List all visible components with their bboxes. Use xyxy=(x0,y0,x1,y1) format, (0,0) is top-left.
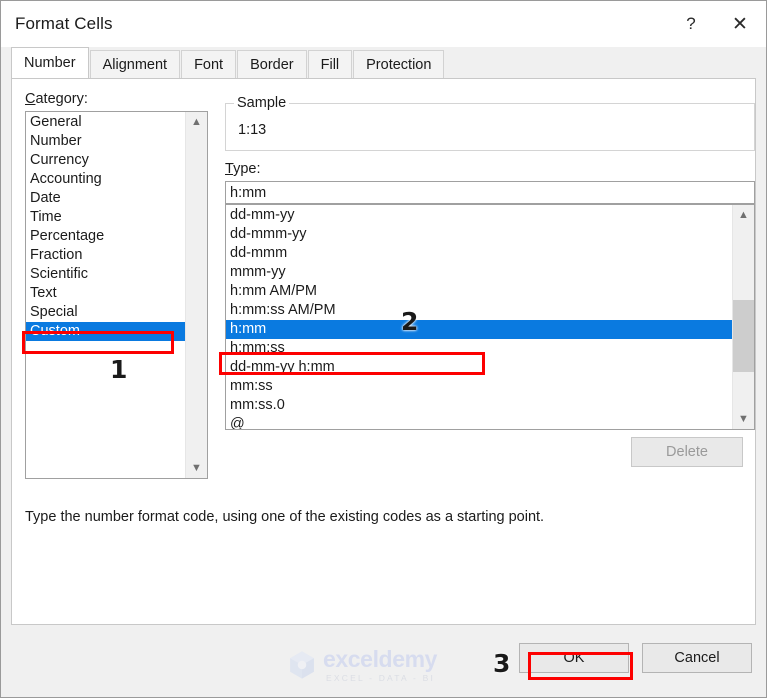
sample-label: Sample xyxy=(234,95,290,111)
ok-button[interactable]: OK xyxy=(519,643,629,673)
hint-text: Type the number format code, using one o… xyxy=(25,509,545,525)
window-title: Format Cells xyxy=(15,14,113,33)
category-item-scientific[interactable]: Scientific xyxy=(26,265,185,284)
type-item-mmss[interactable]: mm:ss xyxy=(226,377,732,396)
type-items: dd-mm-yy dd-mmm-yy dd-mmm mmm-yy h:mm AM… xyxy=(226,205,732,429)
number-tab-panel: Category: General Number Currency Accoun… xyxy=(11,78,756,625)
category-item-percentage[interactable]: Percentage xyxy=(26,227,185,246)
type-item-hmmss[interactable]: h:mm:ss xyxy=(226,339,732,358)
cancel-button[interactable]: Cancel xyxy=(642,643,752,673)
title-bar: Format Cells ? ✕ xyxy=(1,1,766,47)
type-item-dd-mmm-yy[interactable]: dd-mmm-yy xyxy=(226,225,732,244)
dialog-footer: OK Cancel xyxy=(1,625,766,697)
category-item-text[interactable]: Text xyxy=(26,284,185,303)
category-listbox[interactable]: General Number Currency Accounting Date … xyxy=(25,111,208,479)
category-scrollbar[interactable]: ▲ ▼ xyxy=(185,112,207,478)
type-label: Type: xyxy=(225,161,261,177)
tab-alignment[interactable]: Alignment xyxy=(89,50,181,78)
tab-border[interactable]: Border xyxy=(237,50,307,78)
tab-protection[interactable]: Protection xyxy=(353,50,445,78)
type-item-dd-mm-yy[interactable]: dd-mm-yy xyxy=(226,206,732,225)
format-cells-dialog: Format Cells ? ✕ Number Alignment Font B… xyxy=(0,0,767,698)
type-item-hmmss-ampm[interactable]: h:mm:ss AM/PM xyxy=(226,301,732,320)
type-input[interactable] xyxy=(225,181,755,204)
type-item-hmm[interactable]: h:mm xyxy=(226,320,732,339)
category-item-number[interactable]: Number xyxy=(26,132,185,151)
scroll-down-icon[interactable]: ▼ xyxy=(733,409,754,429)
category-item-special[interactable]: Special xyxy=(26,303,185,322)
type-item-mmss-0[interactable]: mm:ss.0 xyxy=(226,396,732,415)
sample-value: 1:13 xyxy=(238,122,267,138)
category-item-fraction[interactable]: Fraction xyxy=(26,246,185,265)
title-bar-buttons: ? ✕ xyxy=(668,1,766,47)
scroll-up-icon[interactable]: ▲ xyxy=(186,112,207,132)
close-icon[interactable]: ✕ xyxy=(714,1,766,47)
delete-button[interactable]: Delete xyxy=(631,437,743,467)
category-item-currency[interactable]: Currency xyxy=(26,151,185,170)
tab-number[interactable]: Number xyxy=(11,47,89,78)
category-item-accounting[interactable]: Accounting xyxy=(26,170,185,189)
category-label: Category: xyxy=(25,91,88,107)
category-item-general[interactable]: General xyxy=(26,113,185,132)
tab-strip: Number Alignment Font Border Fill Protec… xyxy=(1,47,766,78)
help-icon[interactable]: ? xyxy=(668,1,714,47)
category-item-date[interactable]: Date xyxy=(26,189,185,208)
scroll-down-icon[interactable]: ▼ xyxy=(186,458,207,478)
type-item-dd-mm-yy-hmm[interactable]: dd-mm-yy h:mm xyxy=(226,358,732,377)
type-listbox[interactable]: dd-mm-yy dd-mmm-yy dd-mmm mmm-yy h:mm AM… xyxy=(225,204,755,430)
category-items: General Number Currency Accounting Date … xyxy=(26,112,185,478)
scrollbar-thumb[interactable] xyxy=(733,300,754,372)
category-item-time[interactable]: Time xyxy=(26,208,185,227)
sample-groupbox: Sample 1:13 xyxy=(225,95,755,151)
footer-buttons: OK Cancel xyxy=(519,643,752,673)
type-item-dd-mmm[interactable]: dd-mmm xyxy=(226,244,732,263)
category-item-custom[interactable]: Custom xyxy=(26,322,185,341)
type-item-at[interactable]: @ xyxy=(226,415,732,429)
tab-fill[interactable]: Fill xyxy=(307,50,353,78)
type-item-mmm-yy[interactable]: mmm-yy xyxy=(226,263,732,282)
type-item-hmm-ampm[interactable]: h:mm AM/PM xyxy=(226,282,732,301)
scroll-up-icon[interactable]: ▲ xyxy=(733,205,754,225)
tab-font[interactable]: Font xyxy=(181,50,237,78)
type-scrollbar[interactable]: ▲ ▼ xyxy=(732,205,754,429)
